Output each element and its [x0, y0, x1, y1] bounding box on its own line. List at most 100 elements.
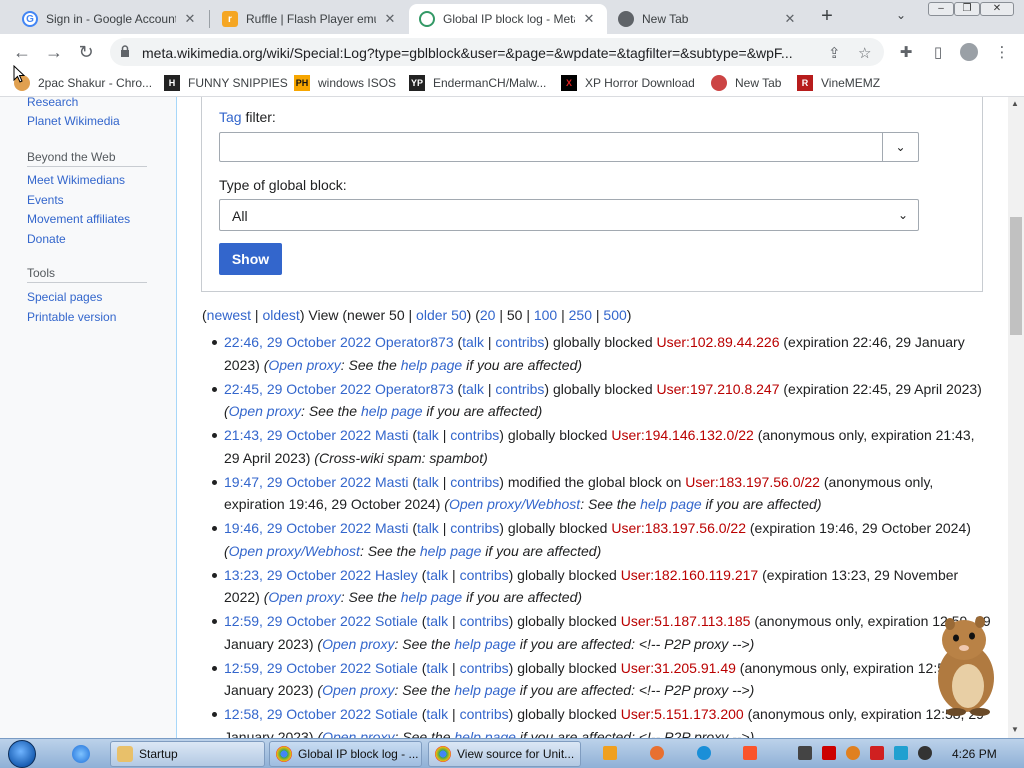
start-button[interactable]	[8, 740, 36, 768]
log-timestamp-link[interactable]: 12:59, 29 October 2022	[224, 613, 371, 629]
sidebar-link-donate[interactable]: Donate	[27, 232, 66, 246]
bookmark-2pac[interactable]: 2pac Shakur - Chro...	[14, 75, 152, 91]
close-icon[interactable]: ✕	[182, 11, 198, 27]
user-talk-link[interactable]: talk	[426, 706, 448, 722]
blocked-target-link[interactable]: User:194.146.132.0/22	[611, 427, 753, 443]
open-proxy-link[interactable]: Open proxy	[322, 636, 394, 652]
tab-ruffle[interactable]: r Ruffle | Flash Player emulator ✕	[212, 4, 408, 34]
sidebar-link-events[interactable]: Events	[27, 193, 64, 207]
blocked-target-link[interactable]: User:183.197.56.0/22	[685, 474, 820, 490]
user-contribs-link[interactable]: contribs	[450, 520, 499, 536]
scroll-up-icon[interactable]: ▲	[1011, 99, 1019, 108]
user-talk-link[interactable]: talk	[462, 381, 484, 397]
side-panel-icon[interactable]: ▯	[929, 43, 947, 61]
media-player-icon[interactable]	[603, 746, 617, 760]
bookmark-xp-horror[interactable]: X XP Horror Download	[561, 75, 695, 91]
user-talk-link[interactable]: talk	[462, 334, 484, 350]
user-talk-link[interactable]: talk	[417, 520, 439, 536]
tray-app-icon[interactable]	[822, 746, 836, 760]
tab-new-tab[interactable]: New Tab ✕	[608, 4, 808, 34]
open-proxy-link[interactable]: Open proxy	[268, 589, 340, 605]
blocked-target-link[interactable]: User:102.89.44.226	[657, 334, 780, 350]
star-icon[interactable]: ☆	[858, 44, 871, 62]
help-page-link[interactable]: help page	[454, 729, 516, 739]
help-page-link[interactable]: help page	[640, 496, 702, 512]
blocked-target-link[interactable]: User:5.151.173.200	[621, 706, 744, 722]
user-contribs-link[interactable]: contribs	[450, 474, 499, 490]
sidebar-link-special-pages[interactable]: Special pages	[27, 290, 102, 304]
open-proxy-link[interactable]: Open proxy/Webhost	[229, 543, 360, 559]
blocked-target-link[interactable]: User:183.197.56.0/22	[611, 520, 746, 536]
older-link[interactable]: older 50	[416, 307, 467, 323]
log-timestamp-link[interactable]: 19:46, 29 October 2022	[224, 520, 371, 536]
log-user-link[interactable]: Masti	[375, 474, 408, 490]
limit-100[interactable]: 100	[534, 307, 557, 323]
log-timestamp-link[interactable]: 12:58, 29 October 2022	[224, 706, 371, 722]
log-timestamp-link[interactable]: 22:45, 29 October 2022	[224, 381, 371, 397]
sidebar-link-research[interactable]: Research	[27, 97, 78, 109]
user-contribs-link[interactable]: contribs	[460, 706, 509, 722]
tab-google-signin[interactable]: G Sign in - Google Accounts ✕	[12, 4, 208, 34]
open-proxy-link[interactable]: Open proxy	[322, 729, 394, 739]
brave-icon[interactable]	[743, 746, 757, 760]
show-button[interactable]: Show	[219, 243, 282, 275]
search-icon[interactable]	[846, 746, 860, 760]
tab-global-ip-block-log[interactable]: Global IP block log - Meta ✕	[409, 4, 607, 34]
log-timestamp-link[interactable]: 12:59, 29 October 2022	[224, 660, 371, 676]
app-icon[interactable]	[650, 746, 664, 760]
log-user-link[interactable]: Masti	[375, 427, 408, 443]
profile-avatar[interactable]	[960, 43, 978, 61]
maximize-button[interactable]: ❐	[954, 2, 980, 16]
help-page-link[interactable]: help page	[454, 682, 516, 698]
log-user-link[interactable]: Operator873	[375, 334, 454, 350]
user-contribs-link[interactable]: contribs	[460, 660, 509, 676]
user-contribs-link[interactable]: contribs	[495, 381, 544, 397]
volume-icon[interactable]	[918, 746, 932, 760]
taskbar-button-chrome-block-log[interactable]: Global IP block log - ...	[269, 741, 422, 767]
tag-link[interactable]: Tag	[219, 109, 242, 125]
tray-app-icon[interactable]	[798, 746, 812, 760]
network-icon[interactable]	[894, 746, 908, 760]
open-proxy-link[interactable]: Open proxy	[268, 357, 340, 373]
minimize-button[interactable]: –	[928, 2, 954, 16]
bookmark-new-tab[interactable]: New Tab	[711, 75, 781, 91]
url-text[interactable]: meta.wikimedia.org/wiki/Special:Log?type…	[142, 45, 807, 61]
edge-icon[interactable]	[697, 746, 711, 760]
sidebar-link-affiliates[interactable]: Movement affiliates	[27, 212, 130, 226]
oldest-link[interactable]: oldest	[262, 307, 299, 323]
log-user-link[interactable]: Hasley	[375, 567, 418, 583]
help-page-link[interactable]: help page	[420, 543, 482, 559]
close-window-button[interactable]: ✕	[980, 2, 1014, 16]
log-user-link[interactable]: Masti	[375, 520, 408, 536]
help-page-link[interactable]: help page	[454, 636, 516, 652]
log-timestamp-link[interactable]: 19:47, 29 October 2022	[224, 474, 371, 490]
user-contribs-link[interactable]: contribs	[460, 567, 509, 583]
back-button[interactable]: ←	[12, 42, 32, 62]
open-proxy-link[interactable]: Open proxy	[322, 682, 394, 698]
bookmark-windows-isos[interactable]: PH windows ISOS	[294, 75, 396, 91]
open-proxy-link[interactable]: Open proxy	[229, 403, 301, 419]
user-contribs-link[interactable]: contribs	[460, 613, 509, 629]
log-user-link[interactable]: Sotiale	[375, 660, 418, 676]
blocked-target-link[interactable]: User:197.210.8.247	[657, 381, 780, 397]
user-talk-link[interactable]: talk	[426, 567, 448, 583]
log-user-link[interactable]: Operator873	[375, 381, 454, 397]
help-page-link[interactable]: help page	[361, 403, 423, 419]
flag-icon[interactable]	[870, 746, 884, 760]
close-icon[interactable]: ✕	[581, 11, 597, 27]
scroll-thumb[interactable]	[1010, 217, 1022, 335]
forward-button[interactable]: →	[44, 42, 64, 62]
user-contribs-link[interactable]: contribs	[450, 427, 499, 443]
blocked-target-link[interactable]: User:31.205.91.49	[621, 660, 736, 676]
blocked-target-link[interactable]: User:51.187.113.185	[621, 613, 751, 629]
taskbar-button-view-source[interactable]: View source for Unit...	[428, 741, 581, 767]
user-talk-link[interactable]: talk	[417, 427, 439, 443]
ie-icon[interactable]	[72, 745, 90, 763]
menu-icon[interactable]: ⋮	[993, 43, 1011, 61]
scroll-down-icon[interactable]: ▼	[1011, 725, 1019, 734]
block-type-select[interactable]: All ⌄	[219, 199, 919, 231]
help-page-link[interactable]: help page	[401, 589, 463, 605]
reload-button[interactable]: ↻	[76, 42, 96, 62]
limit-20[interactable]: 20	[480, 307, 496, 323]
log-user-link[interactable]: Sotiale	[375, 706, 418, 722]
